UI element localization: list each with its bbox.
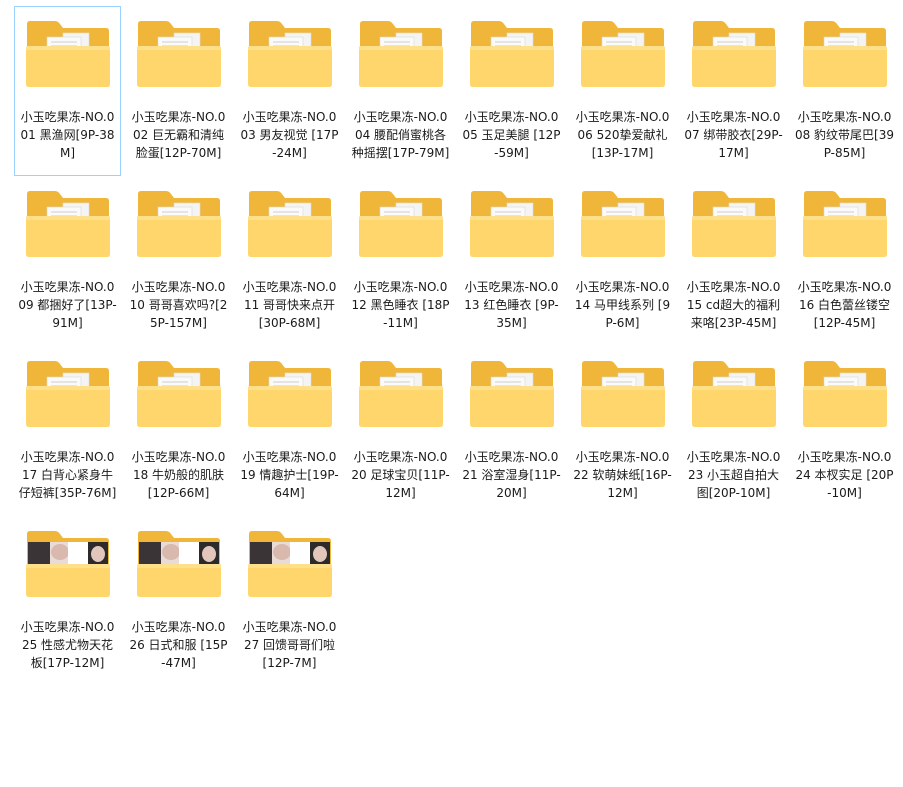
folder-label: 小玉吃果冻-NO.002 巨无霸和清纯脸蛋[12P-70M] bbox=[131, 110, 226, 160]
folder-icon bbox=[247, 20, 333, 88]
folder-icon bbox=[25, 530, 111, 598]
folder-icon bbox=[247, 530, 333, 598]
folder-label: 小玉吃果冻-NO.008 豹纹带尾巴[39P-85M] bbox=[794, 110, 895, 160]
folder-icon bbox=[580, 20, 666, 88]
folder-icon bbox=[25, 20, 111, 88]
folder-icon bbox=[358, 190, 444, 258]
folder-item[interactable]: 小玉吃果冻-NO.005 玉足美腿 [12P-59M] bbox=[458, 6, 565, 176]
folder-grid: 小玉吃果冻-NO.001 黑渔网[9P-38M] 小玉吃果冻-NO.002 巨无… bbox=[14, 6, 898, 686]
folder-icon bbox=[802, 360, 888, 428]
folder-icon bbox=[691, 360, 777, 428]
folder-icon bbox=[580, 360, 666, 428]
folder-icon bbox=[136, 530, 222, 598]
folder-label: 小玉吃果冻-NO.009 都捆好了[13P-91M] bbox=[18, 280, 117, 330]
folder-icon bbox=[247, 190, 333, 258]
folder-icon bbox=[136, 360, 222, 428]
folder-label: 小玉吃果冻-NO.027 回馈哥哥们啦[12P-7M] bbox=[242, 620, 337, 670]
folder-item[interactable]: 小玉吃果冻-NO.013 红色睡衣 [9P-35M] bbox=[458, 176, 565, 346]
folder-label: 小玉吃果冻-NO.026 日式和服 [15P-47M] bbox=[129, 620, 228, 670]
folder-icon bbox=[25, 360, 111, 428]
folder-item[interactable]: 小玉吃果冻-NO.025 性感尤物天花板[17P-12M] bbox=[14, 516, 121, 686]
folder-icon bbox=[802, 20, 888, 88]
folder-icon bbox=[247, 360, 333, 428]
folder-icon bbox=[136, 20, 222, 88]
folder-item[interactable]: 小玉吃果冻-NO.027 回馈哥哥们啦[12P-7M] bbox=[236, 516, 343, 686]
folder-icon bbox=[580, 190, 666, 258]
folder-item[interactable]: 小玉吃果冻-NO.006 520挚爱献礼[13P-17M] bbox=[569, 6, 676, 176]
folder-label: 小玉吃果冻-NO.005 玉足美腿 [12P-59M] bbox=[462, 110, 561, 160]
folder-label: 小玉吃果冻-NO.016 白色蕾丝镂空[12P-45M] bbox=[797, 280, 892, 330]
folder-label: 小玉吃果冻-NO.017 白背心紧身牛仔短裤[35P-76M] bbox=[18, 450, 117, 500]
folder-icon bbox=[691, 20, 777, 88]
folder-label: 小玉吃果冻-NO.012 黑色睡衣 [18P-11M] bbox=[351, 280, 450, 330]
folder-label: 小玉吃果冻-NO.024 本杈实足 [20P-10M] bbox=[795, 450, 894, 500]
folder-icon bbox=[358, 360, 444, 428]
folder-item[interactable]: 小玉吃果冻-NO.001 黑渔网[9P-38M] bbox=[14, 6, 121, 176]
folder-label: 小玉吃果冻-NO.011 哥哥快来点开[30P-68M] bbox=[242, 280, 337, 330]
folder-item[interactable]: 小玉吃果冻-NO.015 cd超大的福利来咯[23P-45M] bbox=[680, 176, 787, 346]
folder-item[interactable]: 小玉吃果冻-NO.012 黑色睡衣 [18P-11M] bbox=[347, 176, 454, 346]
folder-label: 小玉吃果冻-NO.006 520挚爱献礼[13P-17M] bbox=[575, 110, 670, 160]
folder-icon bbox=[469, 190, 555, 258]
folder-label: 小玉吃果冻-NO.023 小玉超自拍大图[20P-10M] bbox=[686, 450, 781, 500]
folder-icon bbox=[358, 20, 444, 88]
folder-label: 小玉吃果冻-NO.010 哥哥喜欢吗?[25P-157M] bbox=[129, 280, 228, 330]
folder-item[interactable]: 小玉吃果冻-NO.016 白色蕾丝镂空[12P-45M] bbox=[791, 176, 898, 346]
folder-item[interactable]: 小玉吃果冻-NO.022 软萌妹纸[16P-12M] bbox=[569, 346, 676, 516]
folder-label: 小玉吃果冻-NO.001 黑渔网[9P-38M] bbox=[20, 110, 115, 160]
folder-item[interactable]: 小玉吃果冻-NO.023 小玉超自拍大图[20P-10M] bbox=[680, 346, 787, 516]
folder-label: 小玉吃果冻-NO.025 性感尤物天花板[17P-12M] bbox=[20, 620, 115, 670]
folder-item[interactable]: 小玉吃果冻-NO.011 哥哥快来点开[30P-68M] bbox=[236, 176, 343, 346]
folder-label: 小玉吃果冻-NO.020 足球宝贝[11P-12M] bbox=[351, 450, 450, 500]
folder-label: 小玉吃果冻-NO.019 情趣护士[19P-64M] bbox=[240, 450, 339, 500]
folder-icon bbox=[136, 190, 222, 258]
folder-label: 小玉吃果冻-NO.013 红色睡衣 [9P-35M] bbox=[464, 280, 559, 330]
folder-label: 小玉吃果冻-NO.004 腰配俏蜜桃各种摇摆[17P-79M] bbox=[351, 110, 450, 160]
folder-item[interactable]: 小玉吃果冻-NO.026 日式和服 [15P-47M] bbox=[125, 516, 232, 686]
folder-item[interactable]: 小玉吃果冻-NO.024 本杈实足 [20P-10M] bbox=[791, 346, 898, 516]
folder-icon bbox=[469, 360, 555, 428]
folder-item[interactable]: 小玉吃果冻-NO.007 绑带胶衣[29P-17M] bbox=[680, 6, 787, 176]
folder-item[interactable]: 小玉吃果冻-NO.003 男友视觉 [17P-24M] bbox=[236, 6, 343, 176]
folder-item[interactable]: 小玉吃果冻-NO.014 马甲线系列 [9P-6M] bbox=[569, 176, 676, 346]
folder-icon bbox=[469, 20, 555, 88]
folder-label: 小玉吃果冻-NO.007 绑带胶衣[29P-17M] bbox=[684, 110, 783, 160]
folder-item[interactable]: 小玉吃果冻-NO.017 白背心紧身牛仔短裤[35P-76M] bbox=[14, 346, 121, 516]
folder-item[interactable]: 小玉吃果冻-NO.009 都捆好了[13P-91M] bbox=[14, 176, 121, 346]
folder-item[interactable]: 小玉吃果冻-NO.008 豹纹带尾巴[39P-85M] bbox=[791, 6, 898, 176]
folder-label: 小玉吃果冻-NO.021 浴室湿身[11P-20M] bbox=[462, 450, 561, 500]
folder-item[interactable]: 小玉吃果冻-NO.019 情趣护士[19P-64M] bbox=[236, 346, 343, 516]
folder-item[interactable]: 小玉吃果冻-NO.020 足球宝贝[11P-12M] bbox=[347, 346, 454, 516]
folder-item[interactable]: 小玉吃果冻-NO.010 哥哥喜欢吗?[25P-157M] bbox=[125, 176, 232, 346]
folder-item[interactable]: 小玉吃果冻-NO.021 浴室湿身[11P-20M] bbox=[458, 346, 565, 516]
folder-label: 小玉吃果冻-NO.014 马甲线系列 [9P-6M] bbox=[574, 280, 671, 330]
folder-item[interactable]: 小玉吃果冻-NO.002 巨无霸和清纯脸蛋[12P-70M] bbox=[125, 6, 232, 176]
folder-icon bbox=[691, 190, 777, 258]
folder-icon bbox=[802, 190, 888, 258]
folder-label: 小玉吃果冻-NO.018 牛奶般的肌肤[12P-66M] bbox=[131, 450, 226, 500]
folder-icon bbox=[25, 190, 111, 258]
folder-item[interactable]: 小玉吃果冻-NO.004 腰配俏蜜桃各种摇摆[17P-79M] bbox=[347, 6, 454, 176]
folder-label: 小玉吃果冻-NO.003 男友视觉 [17P-24M] bbox=[240, 110, 339, 160]
folder-label: 小玉吃果冻-NO.022 软萌妹纸[16P-12M] bbox=[573, 450, 672, 500]
folder-label: 小玉吃果冻-NO.015 cd超大的福利来咯[23P-45M] bbox=[686, 280, 781, 330]
folder-item[interactable]: 小玉吃果冻-NO.018 牛奶般的肌肤[12P-66M] bbox=[125, 346, 232, 516]
